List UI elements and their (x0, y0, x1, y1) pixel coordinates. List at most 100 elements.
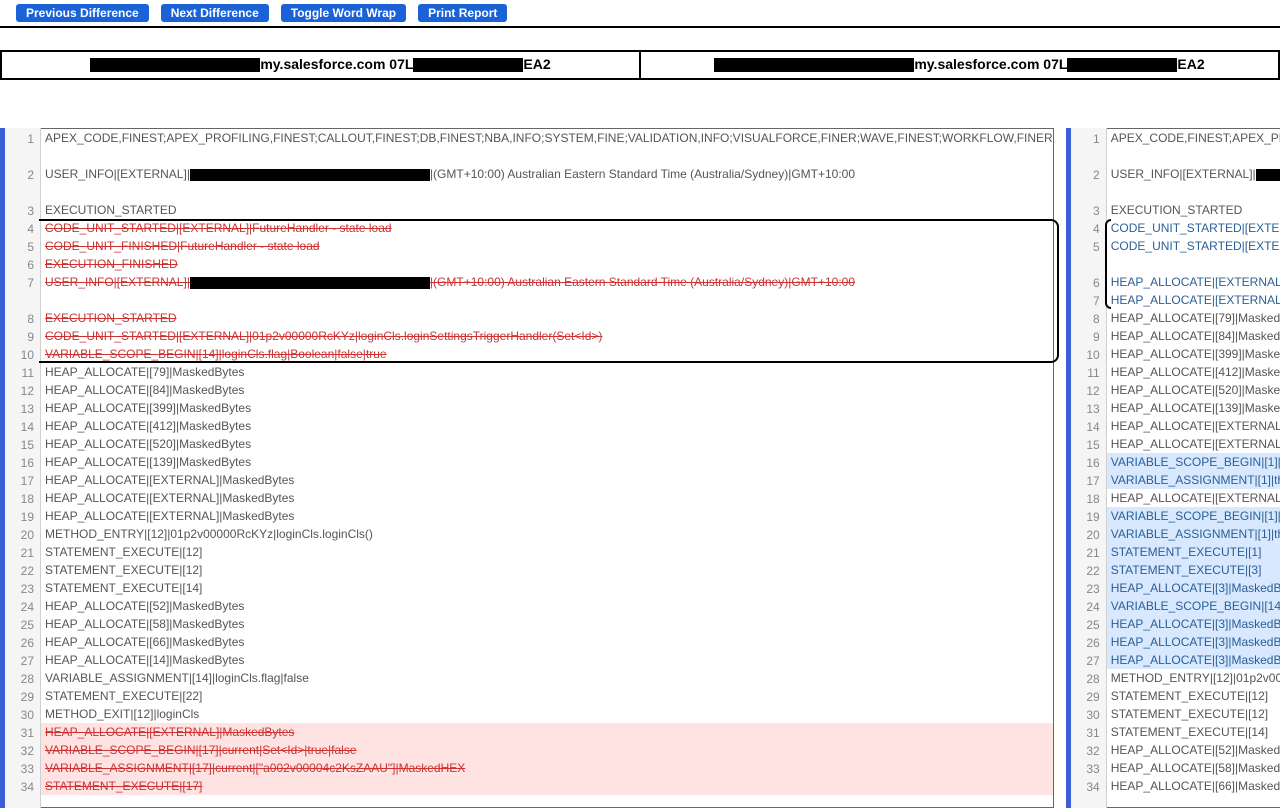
code-line[interactable]: VARIABLE_ASSIGNMENT|[14]|loginCls.flag|f… (41, 669, 1053, 687)
code-line[interactable]: HEAP_ALLOCATE|[3]|MaskedBytes (1107, 633, 1280, 651)
line-number: 8 (5, 310, 40, 328)
code-line[interactable]: HEAP_ALLOCATE|[EXTERNAL]|MaskedBytes (41, 489, 1053, 507)
code-line[interactable]: CODE_UNIT_STARTED|[EXTERNAL]|TRIGGERS (1107, 219, 1280, 237)
code-line[interactable]: STATEMENT_EXECUTE|[14] (1107, 723, 1280, 741)
code-line[interactable]: HEAP_ALLOCATE|[66]|MaskedBytes (41, 633, 1053, 651)
line-number: 30 (1071, 706, 1106, 724)
code-line[interactable]: VARIABLE_SCOPE_BEGIN|[14]|loginCls.flag|… (1107, 597, 1280, 615)
right-file-label: my.salesforce.com 07L (914, 56, 1067, 72)
code-line[interactable]: HEAP_ALLOCATE|[399]|MaskedBytes (1107, 345, 1280, 363)
code-line[interactable]: HEAP_ALLOCATE|[52]|MaskedBytes (41, 597, 1053, 615)
redacted-span (190, 169, 430, 181)
line-number: 29 (1071, 688, 1106, 706)
code-line[interactable]: VARIABLE_ASSIGNMENT|[1]|this|{}|MaskedHE… (1107, 471, 1280, 489)
line-number: 20 (5, 526, 40, 544)
line-number: 15 (5, 436, 40, 454)
code-line[interactable]: APEX_CODE,FINEST;APEX_PROFILING,FINEST;C… (41, 129, 1053, 165)
left-pane[interactable]: 1234567891011121314151617181920212223242… (0, 128, 1054, 808)
code-line[interactable]: CODE_UNIT_STARTED|[EXTERNAL]|FutureHandl… (41, 219, 1053, 237)
code-line[interactable]: STATEMENT_EXECUTE|[17] (41, 777, 1053, 795)
line-number: 24 (1071, 598, 1106, 616)
line-number: 25 (5, 616, 40, 634)
code-line[interactable]: HEAP_ALLOCATE|[79]|MaskedBytes (1107, 309, 1280, 327)
code-line[interactable]: HEAP_ALLOCATE|[EXTERNAL]|MaskedBytes (1107, 291, 1280, 309)
code-line[interactable]: HEAP_ALLOCATE|[14]|MaskedBytes (41, 651, 1053, 669)
code-line[interactable]: HEAP_ALLOCATE|[139]|MaskedBytes (1107, 399, 1280, 417)
prev-diff-button[interactable]: Previous Difference (16, 4, 149, 22)
code-line[interactable]: METHOD_ENTRY|[12]|01p2v00000RcKYz|loginC… (41, 525, 1053, 543)
code-line[interactable]: HEAP_ALLOCATE|[58]|MaskedBytes (1107, 759, 1280, 777)
code-line[interactable]: VARIABLE_SCOPE_BEGIN|[14]|loginCls.flag|… (41, 345, 1053, 363)
code-line[interactable]: HEAP_ALLOCATE|[58]|MaskedBytes (41, 615, 1053, 633)
code-line[interactable]: HEAP_ALLOCATE|[EXTERNAL]|MaskedBytes (41, 723, 1053, 741)
line-number: 23 (5, 580, 40, 598)
line-number: 3 (5, 202, 40, 220)
code-line[interactable]: STATEMENT_EXECUTE|[3] (1107, 561, 1280, 579)
code-line[interactable]: USER_INFO|[EXTERNAL]||(GMT+10:00) Austra… (1107, 165, 1280, 201)
code-line[interactable]: EXECUTION_STARTED (1107, 201, 1280, 219)
code-line[interactable]: HEAP_ALLOCATE|[139]|MaskedBytes (41, 453, 1053, 471)
left-content[interactable]: APEX_CODE,FINEST;APEX_PROFILING,FINEST;C… (41, 128, 1054, 808)
code-line[interactable]: VARIABLE_ASSIGNMENT|[1]|this|{}|MaskedHE… (1107, 525, 1280, 543)
line-number: 23 (1071, 580, 1106, 598)
code-line[interactable]: STATEMENT_EXECUTE|[12] (41, 561, 1053, 579)
code-line[interactable]: STATEMENT_EXECUTE|[12] (1107, 705, 1280, 723)
line-number: 28 (5, 670, 40, 688)
line-number: 32 (5, 742, 40, 760)
line-number: 31 (5, 724, 40, 742)
code-line[interactable]: STATEMENT_EXECUTE|[12] (1107, 687, 1280, 705)
code-line[interactable]: HEAP_ALLOCATE|[412]|MaskedBytes (1107, 363, 1280, 381)
code-line[interactable]: VARIABLE_ASSIGNMENT|[17]|current|["a002v… (41, 759, 1053, 777)
code-line[interactable]: HEAP_ALLOCATE|[66]|MaskedBytes (1107, 777, 1280, 795)
line-number: 16 (1071, 454, 1106, 472)
line-number: 6 (5, 256, 40, 274)
code-line[interactable]: CODE_UNIT_STARTED|[EXTERNAL]|01p2v00000R… (41, 327, 1053, 345)
code-line[interactable]: EXECUTION_STARTED (41, 201, 1053, 219)
right-pane[interactable]: 1234567891011121314151617181920212223242… (1066, 128, 1280, 808)
next-diff-button[interactable]: Next Difference (161, 4, 269, 22)
code-line[interactable]: CODE_UNIT_FINISHED|FutureHandler - state… (41, 237, 1053, 255)
code-line[interactable]: HEAP_ALLOCATE|[52]|MaskedBytes (1107, 741, 1280, 759)
code-line[interactable]: USER_INFO|[EXTERNAL]||(GMT+10:00) Austra… (41, 165, 1053, 201)
code-line[interactable]: HEAP_ALLOCATE|[520]|MaskedBytes (1107, 381, 1280, 399)
line-number: 1 (5, 130, 40, 166)
code-line[interactable]: HEAP_ALLOCATE|[3]|MaskedBytes (1107, 579, 1280, 597)
code-line[interactable]: VARIABLE_SCOPE_BEGIN|[17]|current|Set<Id… (41, 741, 1053, 759)
code-line[interactable]: METHOD_EXIT|[12]|loginCls (41, 705, 1053, 723)
code-line[interactable]: HEAP_ALLOCATE|[EXTERNAL]|MaskedBytes (1107, 435, 1280, 453)
code-line[interactable]: HEAP_ALLOCATE|[3]|MaskedBytes (1107, 651, 1280, 669)
code-line[interactable]: STATEMENT_EXECUTE|[22] (41, 687, 1053, 705)
code-line[interactable]: STATEMENT_EXECUTE|[14] (41, 579, 1053, 597)
code-line[interactable]: HEAP_ALLOCATE|[3]|MaskedBytes (1107, 615, 1280, 633)
line-number: 10 (1071, 346, 1106, 364)
code-line[interactable]: USER_INFO|[EXTERNAL]||(GMT+10:00) Austra… (41, 273, 1053, 309)
code-line[interactable]: STATEMENT_EXECUTE|[12] (41, 543, 1053, 561)
line-number: 9 (1071, 328, 1106, 346)
print-report-button[interactable]: Print Report (418, 4, 507, 22)
code-line[interactable]: HEAP_ALLOCATE|[EXTERNAL]|MaskedBytes (1107, 273, 1280, 291)
line-number: 14 (1071, 418, 1106, 436)
code-line[interactable]: STATEMENT_EXECUTE|[1] (1107, 543, 1280, 561)
code-line[interactable]: HEAP_ALLOCATE|[EXTERNAL]|MaskedBytes (41, 471, 1053, 489)
code-line[interactable]: VARIABLE_SCOPE_BEGIN|[1]|this|loginSetti… (1107, 507, 1280, 525)
line-number: 19 (1071, 508, 1106, 526)
code-line[interactable]: HEAP_ALLOCATE|[79]|MaskedBytes (41, 363, 1053, 381)
line-number: 22 (5, 562, 40, 580)
right-file-tail: EA2 (1177, 56, 1204, 72)
code-line[interactable]: HEAP_ALLOCATE|[EXTERNAL]|MaskedBytes (41, 507, 1053, 525)
code-line[interactable]: HEAP_ALLOCATE|[399]|MaskedBytes (41, 399, 1053, 417)
code-line[interactable]: HEAP_ALLOCATE|[84]|MaskedBytes (41, 381, 1053, 399)
code-line[interactable]: EXECUTION_STARTED (41, 309, 1053, 327)
right-content[interactable]: APEX_CODE,FINEST;APEX_PROFILING,FINEST;C… (1107, 128, 1280, 808)
code-line[interactable]: HEAP_ALLOCATE|[520]|MaskedBytes (41, 435, 1053, 453)
code-line[interactable]: APEX_CODE,FINEST;APEX_PROFILING,FINEST;C… (1107, 129, 1280, 165)
code-line[interactable]: HEAP_ALLOCATE|[84]|MaskedBytes (1107, 327, 1280, 345)
code-line[interactable]: VARIABLE_SCOPE_BEGIN|[1]|this|loginSetti… (1107, 453, 1280, 471)
code-line[interactable]: METHOD_ENTRY|[12]|01p2v00000RcKYz|loginC… (1107, 669, 1280, 687)
code-line[interactable]: HEAP_ALLOCATE|[EXTERNAL]|MaskedBytes (1107, 417, 1280, 435)
code-line[interactable]: CODE_UNIT_STARTED|[EXTERNAL]|01q2v000001… (1107, 237, 1280, 273)
code-line[interactable]: HEAP_ALLOCATE|[EXTERNAL]|MaskedBytes (1107, 489, 1280, 507)
toggle-wrap-button[interactable]: Toggle Word Wrap (281, 4, 406, 22)
code-line[interactable]: EXECUTION_FINISHED (41, 255, 1053, 273)
code-line[interactable]: HEAP_ALLOCATE|[412]|MaskedBytes (41, 417, 1053, 435)
